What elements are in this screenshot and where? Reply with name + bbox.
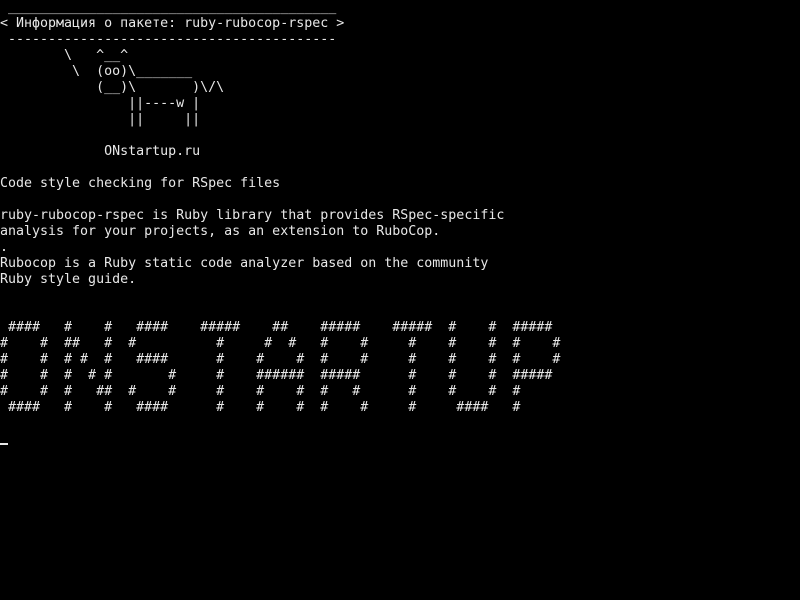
text-cursor	[0, 443, 8, 445]
cow-art-line: \ (oo)\_______	[0, 64, 193, 79]
cowsay-bubble-bottom: ----------------------------------------…	[0, 32, 337, 47]
package-description: .	[0, 240, 9, 255]
terminal-screen[interactable]: ________________________________________…	[0, 0, 800, 600]
banner-art-line: # # # # # #### # # # # # # # # # #	[0, 352, 561, 367]
package-description: ruby-rubocop-rspec is Ruby library that …	[0, 208, 505, 223]
cowsay-bubble-top: ________________________________________…	[0, 0, 337, 15]
banner-art-line: # # # # # # # ###### ##### # # # #####	[0, 368, 553, 383]
package-summary: Code style checking for RSpec files	[0, 176, 281, 191]
cow-art-line: \ ^__^	[0, 48, 129, 63]
site-credit: ONstartup.ru	[0, 144, 201, 159]
banner-art-line: #### # # #### ##### ## ##### ##### # # #…	[0, 320, 553, 335]
banner-art-line: #### # # #### # # # # # # #### #	[0, 400, 521, 415]
cow-art-line: || ||	[0, 112, 201, 127]
package-description: analysis for your projects, as an extens…	[0, 224, 441, 239]
banner-art-line: # # ## # # # # # # # # # # # #	[0, 336, 561, 351]
package-description: Rubocop is a Ruby static code analyzer b…	[0, 256, 489, 271]
cow-art-line: ||----w |	[0, 96, 201, 111]
cow-art-line: (__)\ )\/\	[0, 80, 225, 95]
banner-art-line: # # # ## # # # # # # # # # # #	[0, 384, 521, 399]
package-description: Ruby style guide.	[0, 272, 137, 287]
cowsay-bubble-text: < Информация о пакете: ruby-rubocop-rspe…	[0, 16, 345, 31]
